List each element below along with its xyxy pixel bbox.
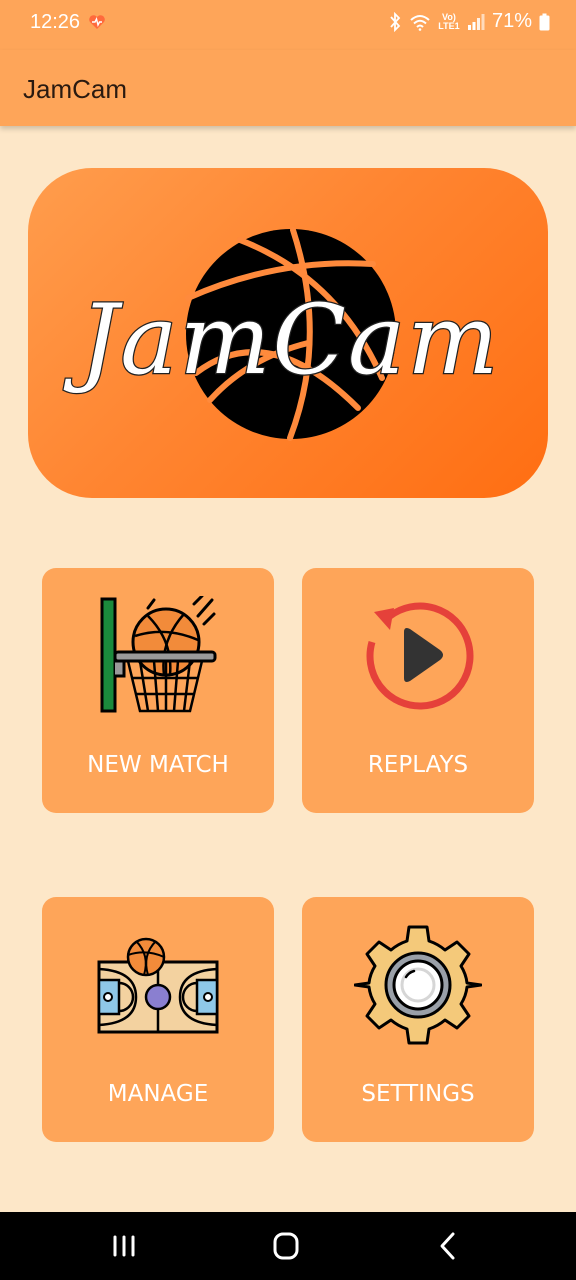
basketball-hoop-icon xyxy=(100,596,217,713)
app-title: JamCam xyxy=(23,74,128,104)
logo-banner: JamCam xyxy=(28,168,548,498)
replays-button[interactable]: REPLAYS xyxy=(302,568,534,813)
system-nav-bar xyxy=(0,1212,576,1280)
wifi-icon xyxy=(410,14,430,31)
heart-icon xyxy=(89,15,105,29)
replays-label: REPLAYS xyxy=(367,752,469,778)
new-match-button[interactable]: NEW MATCH xyxy=(42,568,274,813)
status-time: 12:26 xyxy=(30,11,81,33)
app-bar: JamCam xyxy=(0,50,576,126)
settings-button[interactable]: SETTINGS xyxy=(302,897,534,1142)
network-label: Vo) LTE1 xyxy=(438,11,460,31)
new-match-label: NEW MATCH xyxy=(87,752,229,778)
home-icon[interactable] xyxy=(266,1228,306,1264)
jamcam-logo: JamCam xyxy=(62,227,500,441)
gear-icon xyxy=(354,925,482,1045)
logo-text: JamCam xyxy=(63,284,500,396)
manage-button[interactable]: MANAGE xyxy=(42,897,274,1142)
signal-icon xyxy=(467,13,485,30)
settings-label: SETTINGS xyxy=(361,1081,475,1107)
replay-play-icon xyxy=(366,602,474,710)
manage-label: MANAGE xyxy=(107,1081,209,1107)
back-icon[interactable] xyxy=(428,1228,468,1264)
battery-percent: 71% xyxy=(491,10,532,32)
battery-icon xyxy=(539,13,550,30)
recents-icon[interactable] xyxy=(104,1228,144,1264)
status-icons: Vo) LTE1 71% xyxy=(388,10,550,33)
status-bar: 12:26 Vo) LTE1 71% xyxy=(0,0,576,50)
bluetooth-icon xyxy=(390,11,401,32)
basketball-court-icon xyxy=(97,937,219,1034)
